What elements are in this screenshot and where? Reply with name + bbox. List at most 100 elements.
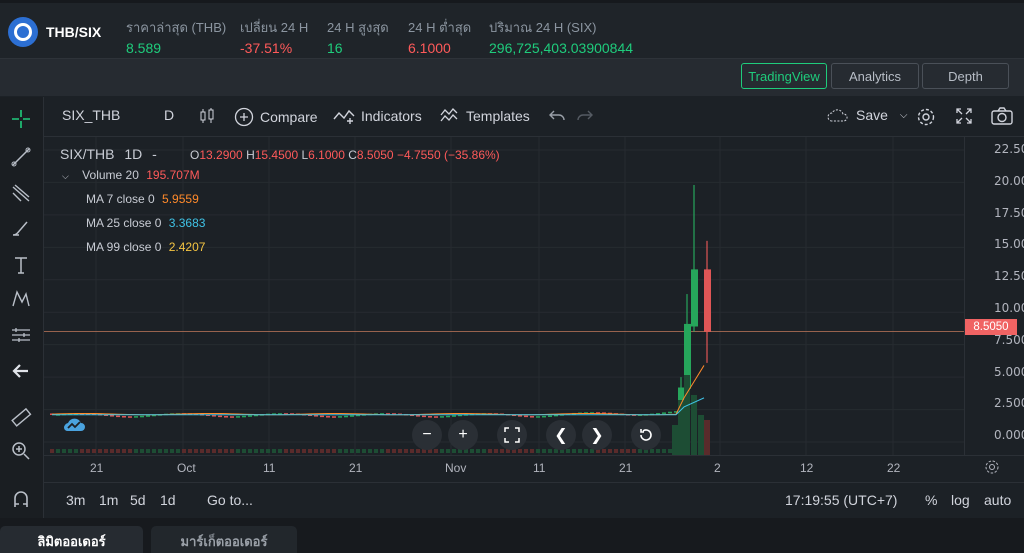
log-toggle[interactable]: log xyxy=(951,492,970,508)
candle xyxy=(542,415,546,418)
volume-bar xyxy=(380,449,384,453)
candle-type-icon[interactable] xyxy=(198,107,216,125)
volume-bar xyxy=(236,449,240,453)
volume-bar xyxy=(398,449,402,453)
ruler-icon[interactable] xyxy=(9,405,33,429)
symbol-search[interactable]: SIX_THB xyxy=(62,107,120,123)
arrow-left-icon[interactable] xyxy=(9,359,33,383)
range-1m[interactable]: 1m xyxy=(99,492,118,508)
price-tick: 15.0000 xyxy=(994,237,1024,252)
candle xyxy=(668,411,672,414)
volume-bar xyxy=(684,375,690,455)
volume-bar xyxy=(434,449,438,453)
depth-button[interactable]: Depth xyxy=(922,63,1009,89)
ma25-legend: MA 25 close 0 3.3683 xyxy=(86,216,206,230)
goto-button[interactable]: Go to... xyxy=(207,492,253,508)
pitchfork-icon[interactable] xyxy=(9,181,33,205)
analytics-button[interactable]: Analytics xyxy=(831,63,919,89)
candle xyxy=(314,415,318,417)
volume-bar xyxy=(68,449,72,453)
redo-icon[interactable] xyxy=(576,107,594,123)
volume-bar xyxy=(332,449,336,453)
legend-symbol: SIX/THB xyxy=(60,146,115,162)
volume-bar xyxy=(164,449,168,453)
pattern-icon[interactable] xyxy=(9,287,33,311)
time-tick: 2 xyxy=(714,461,721,475)
ma7-line xyxy=(51,365,705,416)
zoom-in-button[interactable]: + xyxy=(448,420,478,450)
time-tick: 12 xyxy=(800,461,814,475)
tab-limit-order[interactable]: ลิมิตออเดอร์ xyxy=(0,526,143,553)
volume-bar xyxy=(224,449,228,453)
tab-market-order[interactable]: มาร์เก็ตออเดอร์ xyxy=(151,526,297,553)
magnet-icon[interactable] xyxy=(9,487,33,511)
time-tick: Nov xyxy=(445,461,467,475)
scroll-left-button[interactable]: ❮ xyxy=(546,420,576,450)
scroll-right-button[interactable]: ❯ xyxy=(582,420,612,450)
volume-bar xyxy=(98,449,102,453)
camera-icon[interactable] xyxy=(991,107,1013,125)
ma25-line xyxy=(52,397,705,416)
volume-bar xyxy=(254,449,258,453)
candle xyxy=(536,416,540,418)
brush-icon[interactable] xyxy=(9,217,33,241)
volume-bar xyxy=(290,449,294,453)
fullscreen-icon[interactable] xyxy=(955,107,973,125)
range-5d[interactable]: 5d xyxy=(130,492,146,508)
zoom-out-button[interactable]: − xyxy=(412,420,442,450)
tradingview-button[interactable]: TradingView xyxy=(741,63,827,89)
time-tick: 21 xyxy=(349,461,363,475)
volume-bar xyxy=(242,449,246,453)
text-icon[interactable] xyxy=(9,253,33,277)
candlestick-chart[interactable] xyxy=(44,137,964,455)
auto-toggle[interactable]: auto xyxy=(984,492,1011,508)
volume-bar xyxy=(548,449,552,453)
volume-bar xyxy=(626,449,630,453)
trend-line-icon[interactable] xyxy=(9,145,33,169)
measure-icon[interactable] xyxy=(9,323,33,347)
indicators-button[interactable]: Indicators xyxy=(333,107,422,125)
volume-bar xyxy=(56,449,60,453)
candle xyxy=(218,415,222,418)
crosshair-icon[interactable] xyxy=(9,107,33,131)
volume-bar xyxy=(584,449,588,453)
volume-bar xyxy=(206,449,210,453)
time-tick: 21 xyxy=(90,461,104,475)
pair-selector[interactable]: THB/SIX xyxy=(8,17,101,47)
range-3m[interactable]: 3m xyxy=(66,492,85,508)
candle xyxy=(332,416,336,418)
candle xyxy=(224,416,228,418)
templates-button[interactable]: Templates xyxy=(440,107,530,125)
undo-icon[interactable] xyxy=(548,107,566,123)
volume-bar xyxy=(212,449,216,453)
stat-low: 24 H ต่ำสุด 6.1000 xyxy=(408,20,472,56)
percent-toggle[interactable]: % xyxy=(925,492,937,508)
volume-bar xyxy=(704,420,710,455)
volume-bar xyxy=(134,449,138,453)
time-tick: Oct xyxy=(177,461,196,475)
price-chart[interactable] xyxy=(44,137,964,455)
compare-button[interactable]: Compare xyxy=(234,107,318,127)
candle xyxy=(452,415,456,417)
interval-selector[interactable]: D xyxy=(164,107,174,123)
volume-bar xyxy=(92,449,96,453)
save-button[interactable]: Save ⌵ xyxy=(826,107,908,123)
volume-legend[interactable]: ⌵ Volume 20 195.707M xyxy=(62,168,200,182)
volume-bar xyxy=(698,415,704,455)
ma7-legend: MA 7 close 0 5.9559 xyxy=(86,192,199,206)
volume-bar xyxy=(691,395,697,455)
reset-view-icon[interactable] xyxy=(497,420,527,450)
zoom-in-icon[interactable] xyxy=(9,439,33,463)
candle xyxy=(704,269,711,332)
settings-gear-icon[interactable] xyxy=(916,107,936,127)
templates-icon xyxy=(440,108,458,122)
candle xyxy=(446,415,450,418)
volume-bar xyxy=(302,449,306,453)
axis-settings-gear-icon[interactable] xyxy=(984,459,1000,480)
candle xyxy=(548,415,552,417)
timezone-clock[interactable]: 17:19:55 (UTC+7) xyxy=(785,492,897,508)
volume-bar xyxy=(566,449,570,453)
cloud-icon xyxy=(827,109,848,122)
range-1d[interactable]: 1d xyxy=(160,492,176,508)
reset-chart-icon[interactable] xyxy=(631,420,661,450)
